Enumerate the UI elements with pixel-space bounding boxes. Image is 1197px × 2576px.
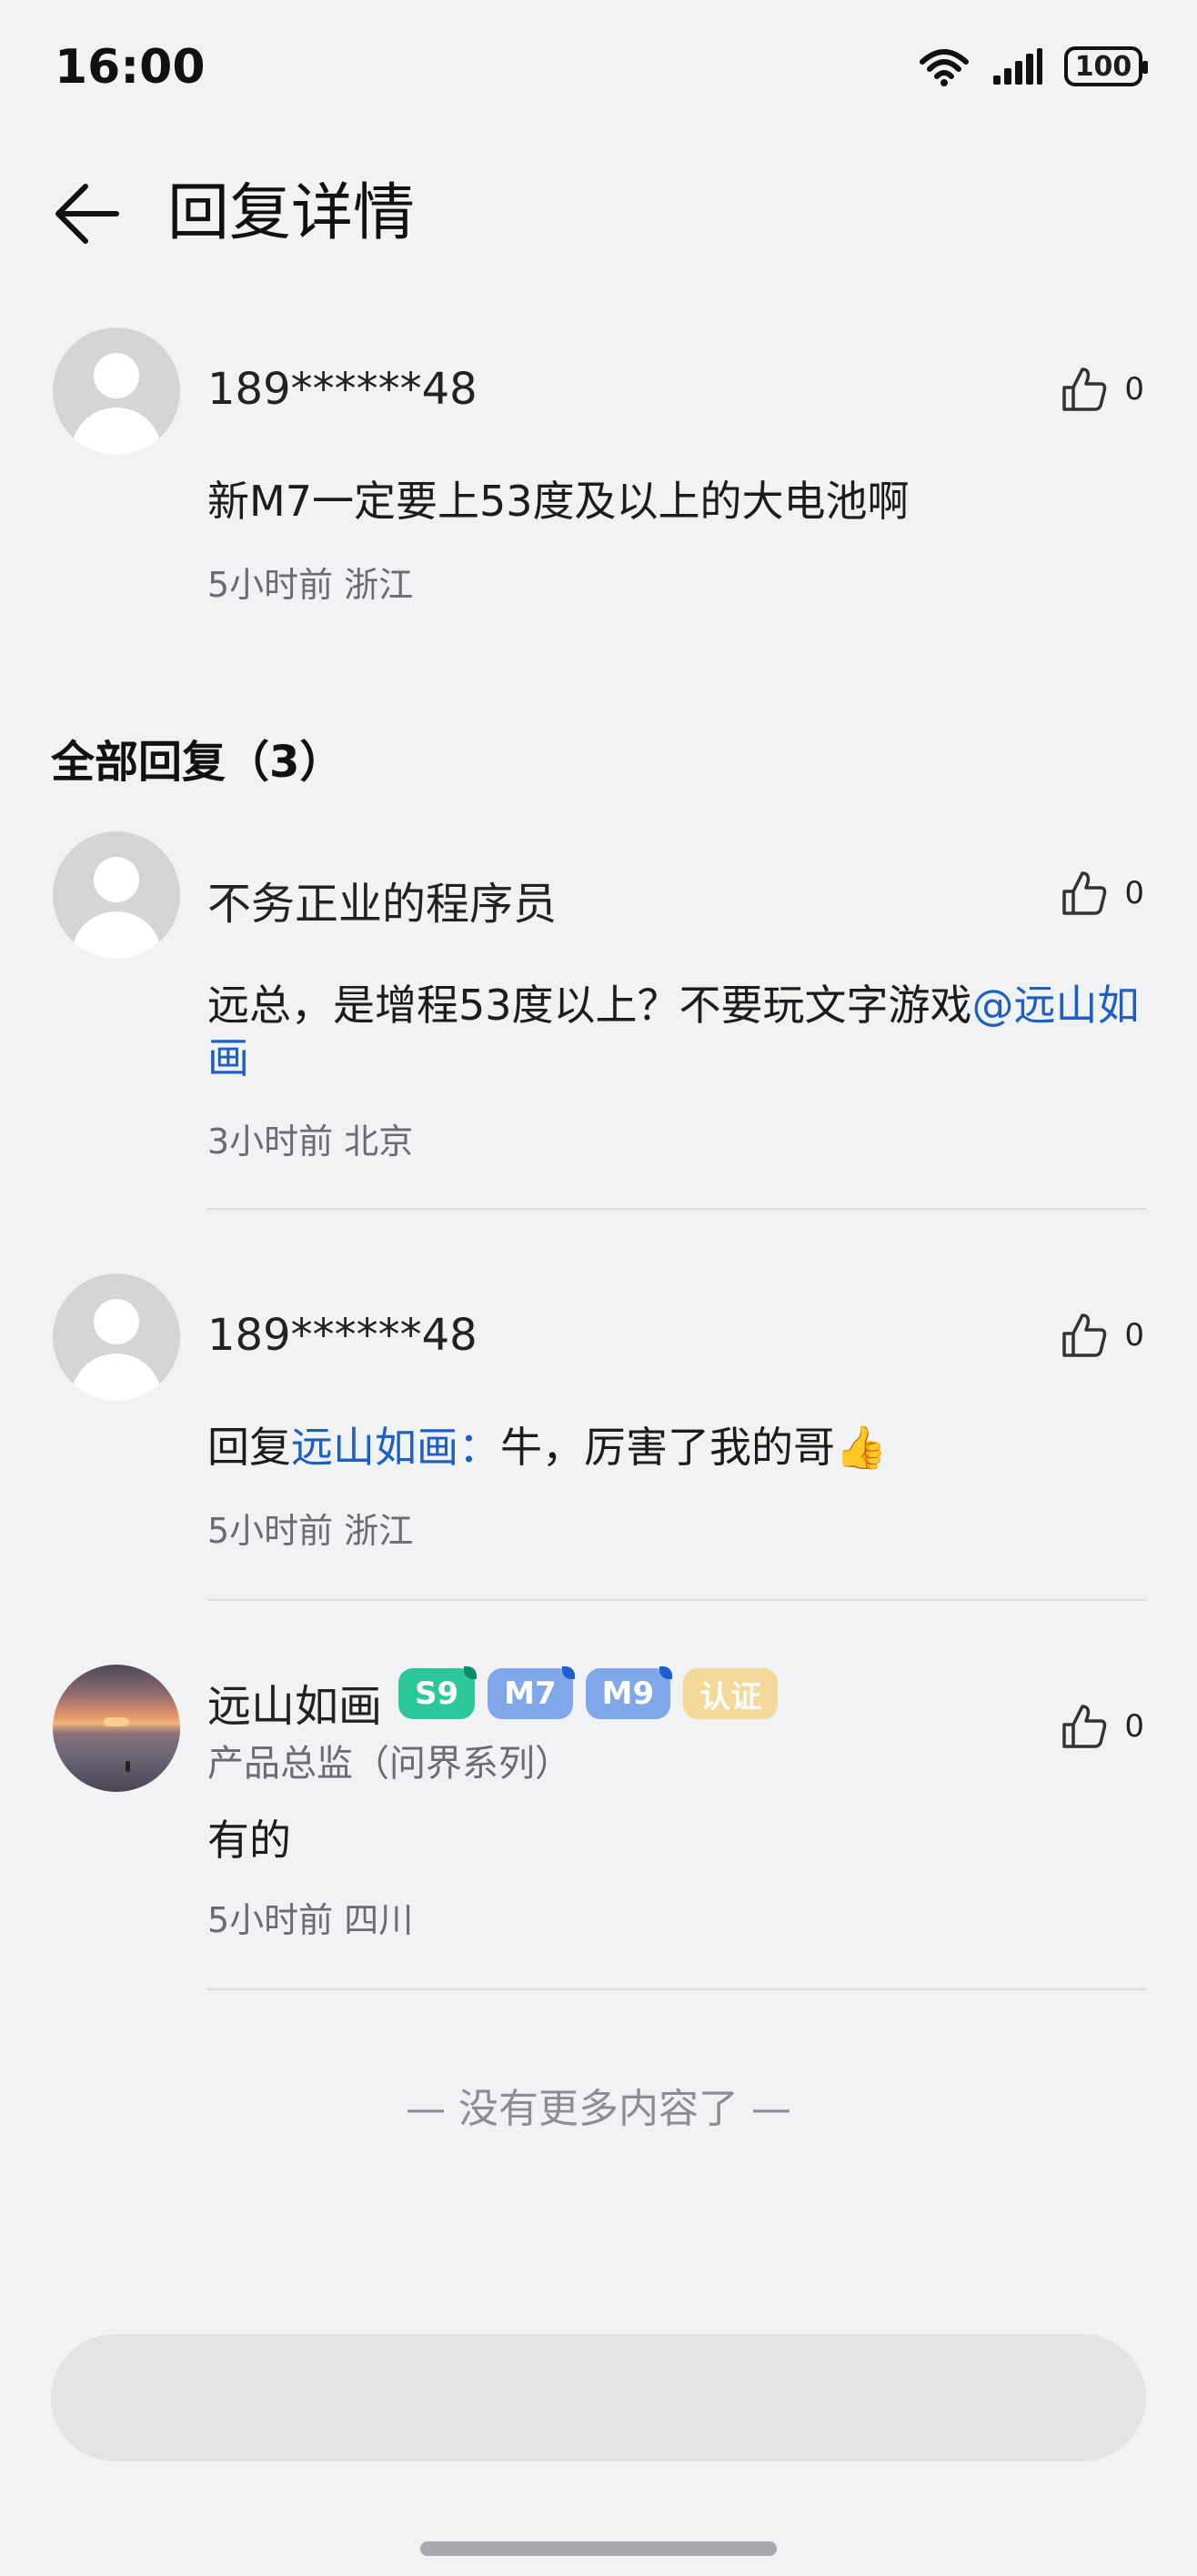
- username[interactable]: 不务正业的程序员: [207, 868, 557, 931]
- home-indicator[interactable]: [420, 2541, 777, 2556]
- like-button[interactable]: 0: [1059, 1310, 1144, 1361]
- main-comment: 189******48 0 新M7一定要上53度及以上的大电池啊 5小时前 浙江: [0, 327, 1197, 628]
- badge-s9[interactable]: S9: [398, 1666, 478, 1719]
- thumbs-up-icon: [1062, 367, 1107, 411]
- like-count: 0: [1124, 371, 1144, 408]
- wifi-icon: [920, 49, 969, 86]
- divider: [207, 1988, 1146, 1990]
- reply-meta: 3小时前 北京: [207, 1122, 414, 1162]
- reply-content: 回复远山如画：牛，厉害了我的哥👍: [207, 1421, 1144, 1474]
- like-count: 0: [1124, 1317, 1144, 1353]
- divider: [207, 1208, 1146, 1210]
- status-icons: 100: [917, 45, 1148, 87]
- header: 回复详情: [0, 155, 1197, 273]
- reply-item: 不务正业的程序员 0 远总，是增程53度以上？不要玩文字游戏@远山如画 3小时前…: [0, 831, 1197, 1213]
- reply-target-link[interactable]: 远山如画：: [291, 1423, 500, 1472]
- avatar[interactable]: [53, 1273, 180, 1401]
- battery-level: 100: [1074, 50, 1132, 83]
- reply-content: 远总，是增程53度以上？不要玩文字游戏@远山如画: [207, 979, 1144, 1084]
- username[interactable]: 远山如画: [207, 1670, 382, 1734]
- like-count: 0: [1124, 875, 1144, 911]
- back-arrow-icon: [55, 184, 119, 244]
- status-time: 16:00: [55, 40, 206, 95]
- badge-label: M9: [601, 1675, 655, 1712]
- divider: [207, 1599, 1146, 1601]
- user-subtitle: 产品总监（问界系列）: [207, 1743, 571, 1785]
- badge-label: S9: [415, 1675, 459, 1712]
- badge-m9[interactable]: M9: [585, 1666, 673, 1719]
- reply-item: 189******48 0 回复远山如画：牛，厉害了我的哥👍 5小时前 浙江: [0, 1273, 1197, 1601]
- page-title: 回复详情: [167, 177, 416, 249]
- avatar[interactable]: [53, 1665, 180, 1792]
- badge-certified[interactable]: 认证: [683, 1668, 779, 1719]
- reply-prefix: 回复: [207, 1423, 291, 1472]
- reply-input[interactable]: [51, 2334, 1146, 2461]
- avatar[interactable]: [53, 327, 180, 455]
- thumbs-up-icon: [1062, 871, 1107, 915]
- badge-label: 认证: [699, 1678, 762, 1716]
- reply-meta: 5小时前 四川: [207, 1900, 414, 1940]
- username[interactable]: 189******48: [207, 1310, 478, 1361]
- end-of-list-text: — 没有更多内容了 —: [406, 2086, 791, 2132]
- battery-icon: 100: [1064, 46, 1148, 86]
- reply-content: 有的: [207, 1816, 291, 1865]
- avatar[interactable]: [53, 831, 180, 959]
- like-count: 0: [1124, 1708, 1144, 1745]
- username[interactable]: 189******48: [207, 364, 478, 415]
- reply-text: 远总，是增程53度以上？不要玩文字游戏: [207, 981, 972, 1030]
- reply-text: 牛，厉害了我的哥👍: [500, 1423, 888, 1472]
- thumbs-up-icon: [1062, 1705, 1107, 1748]
- signal-icon: [993, 48, 1042, 85]
- badge-label: M7: [504, 1675, 557, 1712]
- like-button[interactable]: 0: [1059, 868, 1144, 919]
- status-bar: 16:00 100: [0, 0, 1197, 136]
- comment-meta: 5小时前 浙江: [207, 565, 414, 605]
- user-badges: S9 M7 M9 认证: [398, 1666, 779, 1719]
- like-button[interactable]: 0: [1059, 364, 1144, 415]
- badge-m7[interactable]: M7: [488, 1666, 575, 1719]
- section-title: 全部回复（3）: [51, 737, 344, 788]
- like-button[interactable]: 0: [1059, 1701, 1144, 1752]
- reply-meta: 5小时前 浙江: [207, 1511, 414, 1551]
- comment-content: 新M7一定要上53度及以上的大电池啊: [207, 477, 910, 526]
- back-button[interactable]: [45, 173, 127, 255]
- thumbs-up-icon: [1062, 1313, 1107, 1357]
